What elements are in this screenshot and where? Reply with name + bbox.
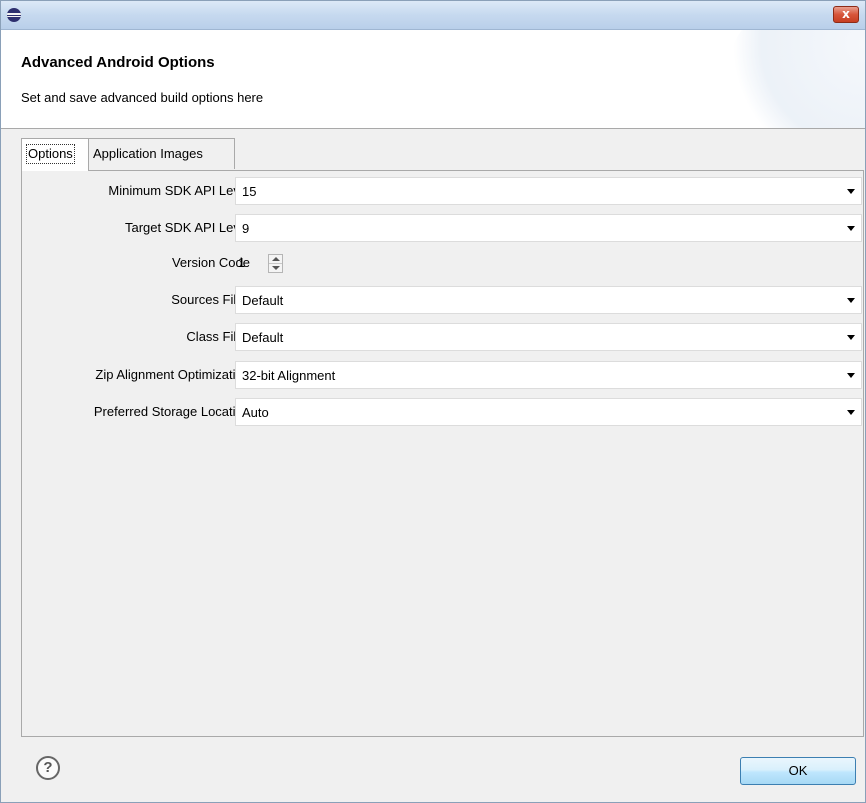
min-sdk-select[interactable]: 15 (235, 177, 862, 205)
target-sdk-value: 9 (242, 221, 250, 236)
dialog-description: Set and save advanced build options here (21, 90, 264, 105)
target-sdk-select[interactable]: 9 (235, 214, 862, 242)
zip-alignment-value: 32-bit Alignment (242, 368, 336, 383)
chevron-down-icon[interactable] (847, 410, 855, 415)
tab-strip: Options Application Images (21, 138, 865, 171)
spin-down-icon[interactable] (272, 266, 280, 270)
tab-options[interactable]: Options (21, 138, 89, 171)
class-files-select[interactable]: Default (235, 323, 862, 351)
min-sdk-label: Minimum SDK API Level (108, 183, 250, 198)
help-icon[interactable]: ? (36, 756, 60, 780)
min-sdk-row: Minimum SDK API Level 15 (22, 177, 865, 205)
target-sdk-row: Target SDK API Level 9 (22, 214, 865, 242)
version-code-stepper[interactable] (268, 254, 283, 273)
stepper-divider (269, 263, 282, 264)
sources-files-row: Sources Files Default (22, 286, 865, 314)
chevron-down-icon[interactable] (847, 189, 855, 194)
dialog-header: Advanced Android Options Set and save ad… (1, 30, 865, 129)
min-sdk-value: 15 (242, 184, 257, 199)
storage-location-value: Auto (242, 405, 269, 420)
close-button[interactable]: x (833, 6, 859, 23)
chevron-down-icon[interactable] (847, 226, 855, 231)
ok-button[interactable]: OK (740, 757, 856, 785)
zip-alignment-row: Zip Alignment Optimization 32-bit Alignm… (22, 361, 865, 389)
storage-location-row: Preferred Storage Location Auto (22, 398, 865, 426)
zip-alignment-label: Zip Alignment Optimization (95, 367, 250, 382)
tab-options-label: Options (26, 144, 75, 164)
chevron-down-icon[interactable] (847, 298, 855, 303)
tab-application-images[interactable]: Application Images (88, 138, 235, 169)
options-panel: Minimum SDK API Level 15 Target SDK API … (21, 170, 864, 737)
target-sdk-label: Target SDK API Level (124, 220, 250, 235)
zip-alignment-select[interactable]: 32-bit Alignment (235, 361, 862, 389)
sources-files-select[interactable]: Default (235, 286, 862, 314)
chevron-down-icon[interactable] (847, 373, 855, 378)
version-code-row: Version Code 1 (22, 249, 865, 277)
storage-location-label: Preferred Storage Location (93, 404, 250, 419)
tab-application-images-label: Application Images (93, 146, 203, 161)
header-decoration (725, 30, 865, 128)
tab-folder: Options Application Images Minimum SDK A… (21, 138, 865, 738)
class-files-row: Class Files Default (22, 323, 865, 351)
class-files-value: Default (242, 330, 284, 345)
storage-location-select[interactable]: Auto (235, 398, 862, 426)
chevron-down-icon[interactable] (847, 335, 855, 340)
sources-files-value: Default (242, 293, 284, 308)
version-code-input[interactable]: 1 (235, 249, 245, 277)
eclipse-icon (7, 8, 21, 22)
dialog-title: Advanced Android Options (21, 54, 215, 71)
title-bar[interactable]: x (1, 1, 865, 30)
spin-up-icon[interactable] (272, 257, 280, 261)
advanced-android-options-dialog: x Advanced Android Options Set and save … (0, 0, 866, 803)
